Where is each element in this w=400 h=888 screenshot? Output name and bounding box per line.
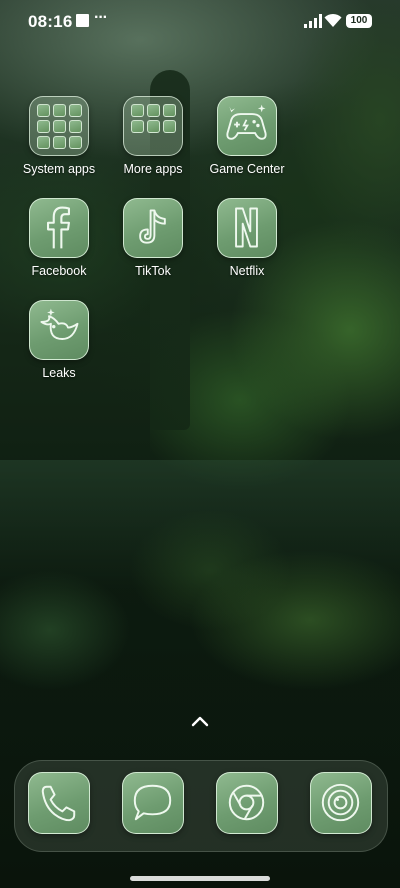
app-leaks[interactable]: Leaks [14, 300, 104, 380]
status-bar: 08:16 ··· 100 [0, 0, 400, 44]
app-label: Leaks [42, 366, 76, 380]
facebook-icon [29, 198, 89, 258]
battery-indicator: 100 [346, 14, 372, 28]
notification-square-icon [76, 14, 89, 27]
wifi-icon [324, 13, 342, 27]
app-facebook[interactable]: Facebook [14, 198, 104, 278]
app-label: Netflix [229, 264, 265, 278]
game-controller-icon [217, 96, 277, 156]
browser-icon [216, 772, 278, 834]
app-tiktok[interactable]: TikTok [108, 198, 198, 278]
app-label: Facebook [31, 264, 87, 278]
home-indicator[interactable] [130, 876, 270, 881]
app-system-apps-folder[interactable]: System apps [14, 96, 104, 176]
app-label: System apps [22, 162, 96, 176]
app-label: Game Center [209, 162, 285, 176]
app-game-center[interactable]: Game Center [202, 96, 292, 176]
phone-icon [28, 772, 90, 834]
bird-icon [29, 300, 89, 360]
home-screen: 08:16 ··· 100 System apps More apps Game… [0, 0, 400, 888]
netflix-icon [217, 198, 277, 258]
app-netflix[interactable]: Netflix [202, 198, 292, 278]
app-label: More apps [123, 162, 183, 176]
messages-icon [122, 772, 184, 834]
app-more-apps-folder[interactable]: More apps [108, 96, 198, 176]
dock-app-phone[interactable] [28, 772, 90, 834]
status-time: 08:16 [28, 12, 73, 31]
folder-icon [123, 96, 183, 156]
dock-app-messages[interactable] [122, 772, 184, 834]
wallpaper-reflection [120, 500, 400, 760]
app-label: TikTok [135, 264, 171, 278]
dock-app-camera[interactable] [310, 772, 372, 834]
folder-icon [29, 96, 89, 156]
chevron-up-icon[interactable] [190, 714, 210, 728]
dock-app-browser[interactable] [216, 772, 278, 834]
more-notifications-icon: ··· [94, 9, 108, 26]
wallpaper-reflection-left [0, 560, 130, 700]
tiktok-icon [123, 198, 183, 258]
camera-icon [310, 772, 372, 834]
signal-icon [304, 14, 322, 28]
